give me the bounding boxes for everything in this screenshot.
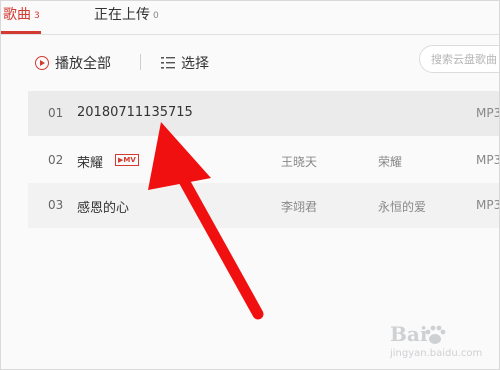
watermark-brand: Bai <box>390 322 428 346</box>
tab-uploading-count: 0 <box>153 11 159 21</box>
select-button[interactable]: 选择 <box>161 53 209 73</box>
paw-icon <box>425 325 446 344</box>
play-circle-icon <box>35 56 49 70</box>
play-all-button[interactable]: 播放全部 <box>35 53 111 73</box>
song-title: 荣耀 <box>77 156 104 171</box>
song-format: MP3 <box>476 153 500 167</box>
tab-bar: 歌曲 3 正在上传 0 <box>1 1 499 35</box>
watermark-url: jingyan.baidu.com <box>390 348 483 359</box>
toolbar-divider <box>140 54 141 70</box>
song-index: 03 <box>48 198 64 212</box>
tab-songs[interactable]: 歌曲 3 <box>3 4 40 24</box>
song-album[interactable]: 永恒的爱 <box>378 198 426 215</box>
song-artist[interactable]: 李翊君 <box>281 198 317 215</box>
song-title: 感恩的心 <box>77 201 130 216</box>
song-format: MP3 <box>476 198 500 212</box>
song-row[interactable]: 03 感恩的心 李翊君 永恒的爱 MP3 <box>28 183 499 228</box>
select-label: 选择 <box>181 56 209 72</box>
tab-songs-count: 3 <box>34 11 40 21</box>
song-row[interactable]: 01 20180711135715 MP3 <box>28 91 499 136</box>
song-format: MP3 <box>476 106 500 120</box>
tab-songs-label: 歌曲 <box>3 7 31 23</box>
toolbar: 播放全部 选择 <box>1 36 499 88</box>
search-box[interactable] <box>419 45 499 73</box>
mv-badge[interactable]: ▶MV <box>115 154 139 166</box>
search-input[interactable] <box>431 52 499 66</box>
song-artist[interactable]: 王晓天 <box>281 153 317 170</box>
song-row[interactable]: 02 荣耀 ▶MV 王晓天 荣耀 MP3 <box>28 138 499 183</box>
play-all-label: 播放全部 <box>55 56 111 72</box>
watermark: Bai jingyan.baidu.com <box>386 322 494 366</box>
tab-divider <box>1 34 499 35</box>
song-index: 02 <box>48 153 64 167</box>
song-album[interactable]: 荣耀 <box>378 153 402 170</box>
tab-uploading[interactable]: 正在上传 0 <box>94 4 159 24</box>
cloud-music-panel: 歌曲3 正在上传0 播放全部 选择 01 <box>0 0 500 370</box>
tab-uploading-label: 正在上传 <box>94 7 150 23</box>
song-index: 01 <box>48 106 64 120</box>
song-title: 20180711135715 <box>77 105 193 120</box>
checklist-icon <box>161 57 175 69</box>
